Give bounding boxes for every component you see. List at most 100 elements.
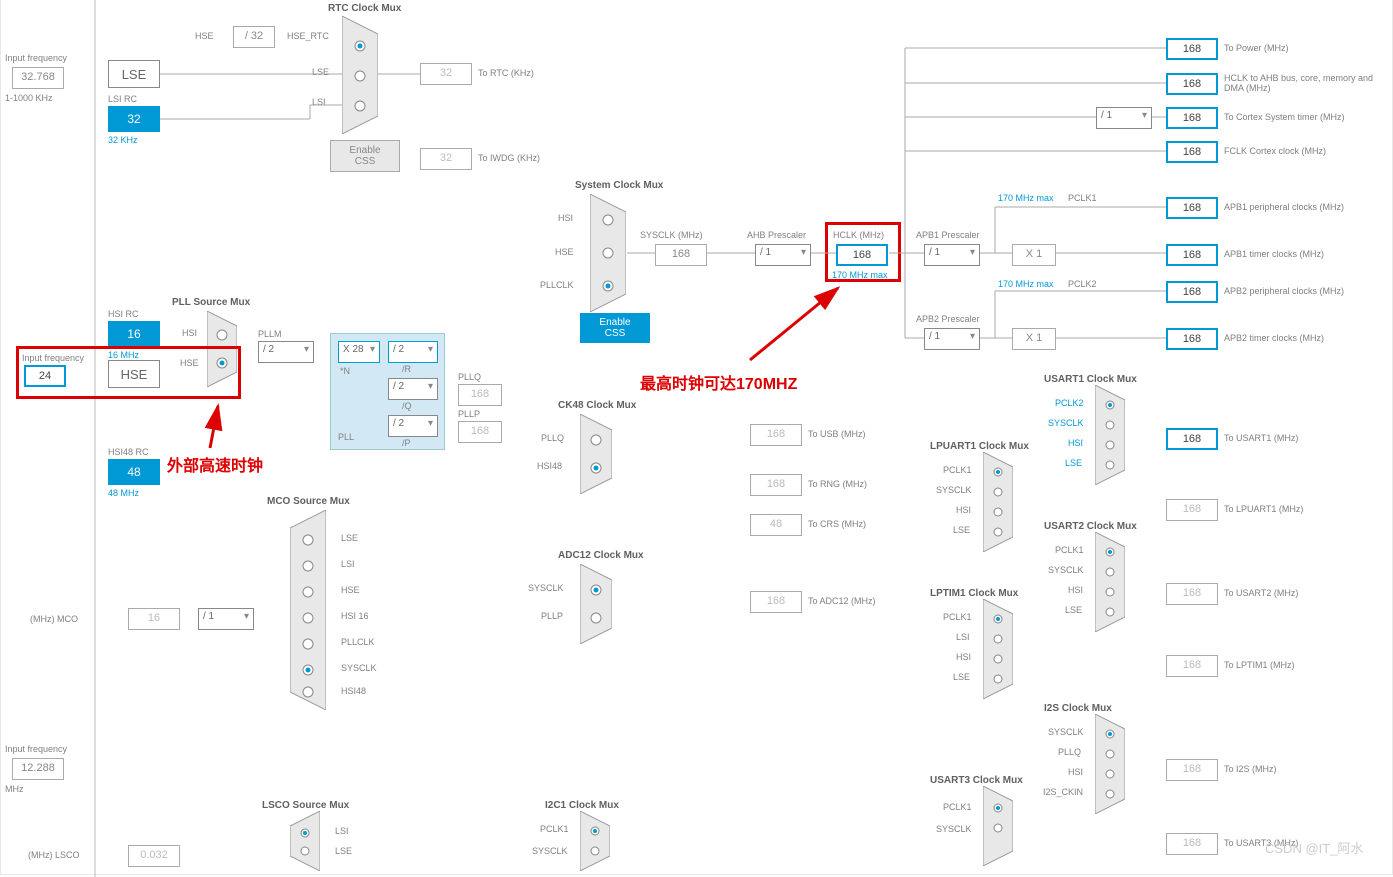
input-freq-value[interactable]: 32.768 [12,67,64,89]
lpuart1-hsi: HSI [956,505,971,515]
pll-r[interactable]: / 2 [388,341,438,363]
enable-css-top[interactable]: Enable CSS [330,140,400,172]
lptim1-title: LPTIM1 Clock Mux [930,588,1018,599]
sysclk-label: SYSCLK (MHz) [640,230,703,240]
out-ahb-v[interactable]: 168 [1166,73,1218,95]
usart2-v: 168 [1166,583,1218,605]
sys-mux-pllclk: PLLCLK [540,280,574,290]
mco-div[interactable]: / 1 [198,608,254,630]
hclk-value[interactable]: 168 [836,244,888,266]
mco-mux[interactable] [290,510,326,710]
lse-source[interactable]: LSE [108,60,160,88]
input-freq-bot-value[interactable]: 12.288 [12,758,64,780]
lptim1-l: To LPTIM1 (MHz) [1224,660,1295,670]
i2s-pllq: PLLQ [1058,747,1081,757]
apb2-label: APB2 Prescaler [916,314,980,324]
sys-mux-title: System Clock Mux [575,180,663,191]
apb2-select[interactable]: / 1 [924,328,980,350]
lptim1-lsi: LSI [956,632,970,642]
hse-div32[interactable]: / 32 [233,26,275,48]
ahb-label: AHB Prescaler [747,230,806,240]
ck48-mux[interactable] [580,414,612,494]
usart2-mux[interactable] [1095,532,1125,632]
apb1-pclk: PCLK1 [1068,193,1097,203]
i2s-mux[interactable] [1095,714,1125,814]
ck48-crs-v: 48 [750,514,802,536]
mco-value: 16 [128,608,180,630]
i2s-l: To I2S (MHz) [1224,764,1277,774]
apb2-max: 170 MHz max [998,279,1054,289]
pll-p-label: /P [402,438,411,448]
hclk-max: 170 MHz max [832,270,888,280]
i2c1-mux[interactable] [580,811,610,871]
pll-src-hsi: HSI [182,328,197,338]
pll-p[interactable]: / 2 [388,415,438,437]
out-apb2p-v[interactable]: 168 [1166,281,1218,303]
input-freq-mid-value[interactable]: 24 [24,365,66,387]
input-freq-bot-unit: MHz [5,784,24,794]
usart1-pclk2: PCLK2 [1055,398,1084,408]
out-fclk-l: FCLK Cortex clock (MHz) [1224,146,1326,156]
lsco-mux[interactable] [290,811,320,871]
adc12-mux[interactable] [580,564,612,644]
usart1-mux[interactable] [1095,385,1125,485]
out-fclk-v[interactable]: 168 [1166,141,1218,163]
usart3-v: 168 [1166,833,1218,855]
out-apb1p-v[interactable]: 168 [1166,197,1218,219]
lptim1-mux[interactable] [983,599,1013,699]
rtc-out: 32 [420,63,472,85]
out-apb2t-v[interactable]: 168 [1166,328,1218,350]
rtc-mux-lse: LSE [312,67,329,77]
ck48-pllq: PLLQ [541,433,564,443]
pllm-select[interactable]: / 2 [258,341,314,363]
hclk-label: HCLK (MHz) [833,230,884,240]
usart1-lse: LSE [1065,458,1082,468]
apb1-select[interactable]: / 1 [924,244,980,266]
hsi48-rc-label: HSI48 RC [108,447,149,457]
out-power-l: To Power (MHz) [1224,43,1289,53]
out-cortex-v[interactable]: 168 [1166,107,1218,129]
apb1-mult: X 1 [1012,244,1056,266]
usart2-hsi: HSI [1068,585,1083,595]
hse-top-label: HSE [195,31,214,41]
i2s-hsi: HSI [1068,767,1083,777]
sys-mux[interactable] [590,194,626,312]
usart1-l: To USART1 (MHz) [1224,433,1298,443]
out-power-v[interactable]: 168 [1166,38,1218,60]
lptim1-hsi: HSI [956,652,971,662]
out-apb2p-l: APB2 peripheral clocks (MHz) [1224,286,1344,296]
pllq-label: PLLQ [458,372,481,382]
input-freq-unit: 1-1000 KHz [5,93,53,103]
hsi48-rc-freq: 48 MHz [108,488,139,498]
usart3-mux[interactable] [983,786,1013,866]
mco-title: MCO Source Mux [267,496,350,507]
i2c1-pclk1: PCLK1 [540,824,569,834]
usart2-l: To USART2 (MHz) [1224,588,1298,598]
enable-css-sys[interactable]: Enable CSS [580,313,650,343]
hsi48-rc-value: 48 [108,459,160,485]
ck48-crs-l: To CRS (MHz) [808,519,866,529]
lsco-lse: LSE [335,846,352,856]
apb2-mult: X 1 [1012,328,1056,350]
pll-n[interactable]: X 28 [338,341,380,363]
apb1-max: 170 MHz max [998,193,1054,203]
mco-lse: LSE [341,533,358,543]
i2c1-title: I2C1 Clock Mux [545,800,619,811]
pll-q[interactable]: / 2 [388,378,438,400]
sys-mux-hsi: HSI [558,213,573,223]
ahb-select[interactable]: / 1 [755,244,811,266]
pll-r-label: /R [402,364,411,374]
lptim1-lse: LSE [953,672,970,682]
out-apb1t-v[interactable]: 168 [1166,244,1218,266]
mco-hsi48: HSI48 [341,686,366,696]
lpuart1-mux[interactable] [983,452,1013,552]
mco-hse: HSE [341,585,360,595]
cortex-div[interactable]: / 1 [1096,107,1152,129]
rtc-mux[interactable] [342,16,378,134]
usart3-pclk1: PCLK1 [943,802,972,812]
pllp-label: PLLP [458,409,480,419]
hse-source[interactable]: HSE [108,360,160,388]
usart1-v[interactable]: 168 [1166,428,1218,450]
pll-src-mux[interactable] [207,311,237,387]
out-ahb-l: HCLK to AHB bus, core, memory and DMA (M… [1224,73,1384,93]
